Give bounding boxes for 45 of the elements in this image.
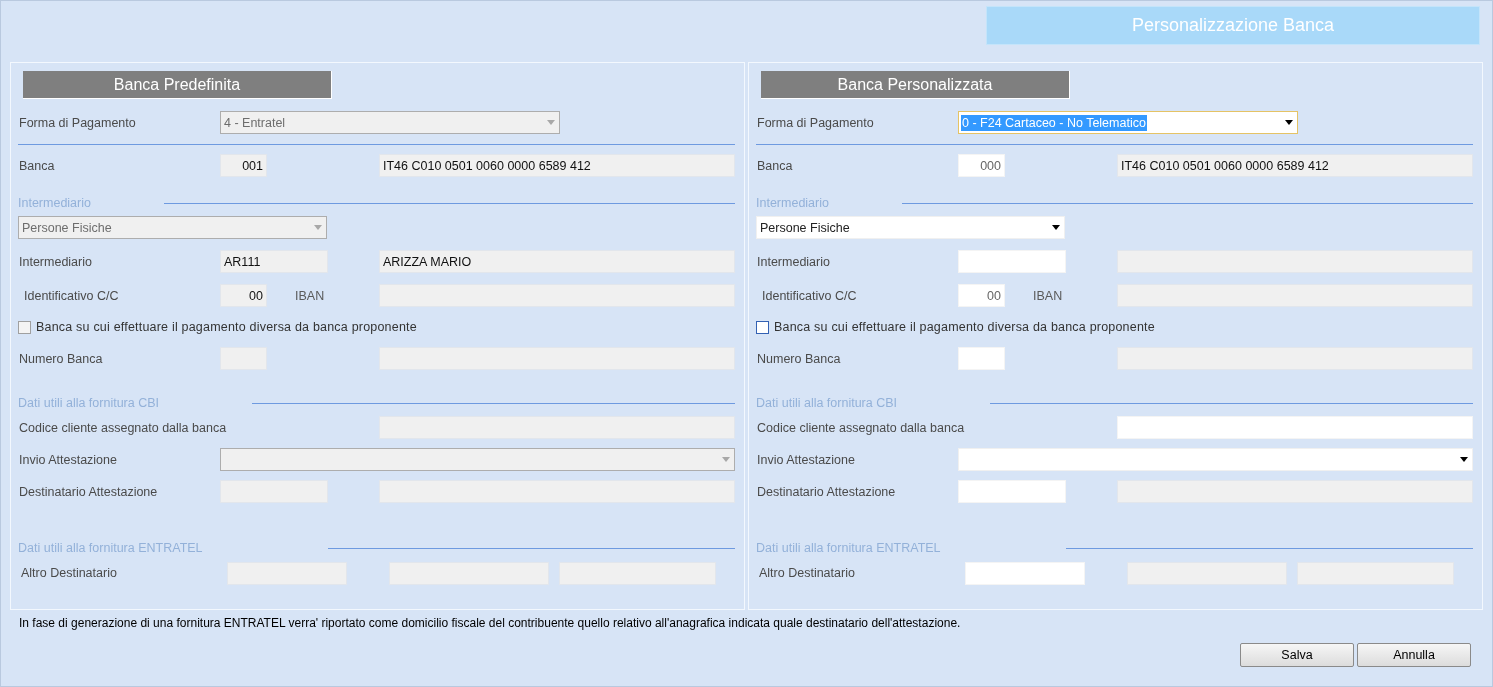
text-field[interactable] — [958, 480, 1066, 503]
field-label: Destinatario Attestazione — [18, 484, 159, 499]
field-label: Invio Attestazione — [18, 452, 118, 467]
field-label: Altro Destinatario — [20, 566, 118, 580]
section-title: Dati utili alla fornitura ENTRATEL — [18, 541, 204, 555]
field-label: Identificativo C/C — [761, 288, 858, 303]
field-label: Destinatario Attestazione — [756, 484, 897, 499]
field-label: Banca — [18, 158, 56, 173]
section-title: Dati utili alla fornitura CBI — [756, 396, 899, 410]
text-field[interactable] — [958, 347, 1005, 370]
field-label: Forma di Pagamento — [18, 115, 137, 130]
field-label: Identificativo C/C — [23, 288, 120, 303]
section-title: Dati utili alla fornitura ENTRATEL — [756, 541, 942, 555]
text-field[interactable] — [1117, 416, 1473, 439]
text-field[interactable]: 00 — [958, 284, 1005, 307]
dropdown[interactable]: Persone Fisiche — [756, 216, 1065, 239]
dropdown-caret-icon[interactable] — [1285, 120, 1293, 125]
checkbox-label[interactable]: Banca su cui effettuare il pagamento diversa da banca proponente — [774, 320, 1155, 334]
field-label: Invio Attestazione — [756, 452, 856, 467]
field-label: Codice cliente assegnato dalla banca — [18, 420, 228, 435]
dialog-button[interactable]: Salva — [1240, 643, 1354, 667]
dropdown-caret-icon[interactable] — [1460, 457, 1468, 462]
window-title: Personalizzazione Banca — [986, 6, 1480, 45]
field-label: Numero Banca — [756, 351, 842, 366]
field-label: IBAN — [1033, 288, 1063, 303]
text-field[interactable]: 000 — [958, 154, 1005, 177]
field-label: IBAN — [295, 288, 325, 303]
field-label: Numero Banca — [18, 351, 104, 366]
section-title: Dati utili alla fornitura CBI — [18, 396, 161, 410]
dialog-button[interactable]: Annulla — [1357, 643, 1471, 667]
section-title: Intermediario — [18, 196, 92, 210]
dropdown-caret-icon[interactable] — [1052, 225, 1060, 230]
panel-title: Banca Personalizzata — [761, 71, 1070, 99]
panel-title: Banca Predefinita — [23, 71, 332, 99]
info-note: In fase di generazione di una fornitura ENTRATEL verra' riportato come domicilio fiscale del contribuente quello relativo all'anagrafica indicata quale destinatario dell'attestazione. — [18, 616, 962, 632]
text-field[interactable] — [958, 250, 1066, 273]
field-label: Codice cliente assegnato dalla banca — [756, 420, 966, 435]
field-label: Intermediario — [18, 254, 93, 269]
field-label: Forma di Pagamento — [756, 115, 875, 130]
section-title: Intermediario — [756, 196, 830, 210]
field-label: Banca — [756, 158, 794, 173]
field-label: Intermediario — [756, 254, 831, 269]
text-field[interactable] — [965, 561, 1085, 585]
field-label: Altro Destinatario — [758, 566, 856, 580]
checkbox[interactable] — [756, 320, 769, 334]
